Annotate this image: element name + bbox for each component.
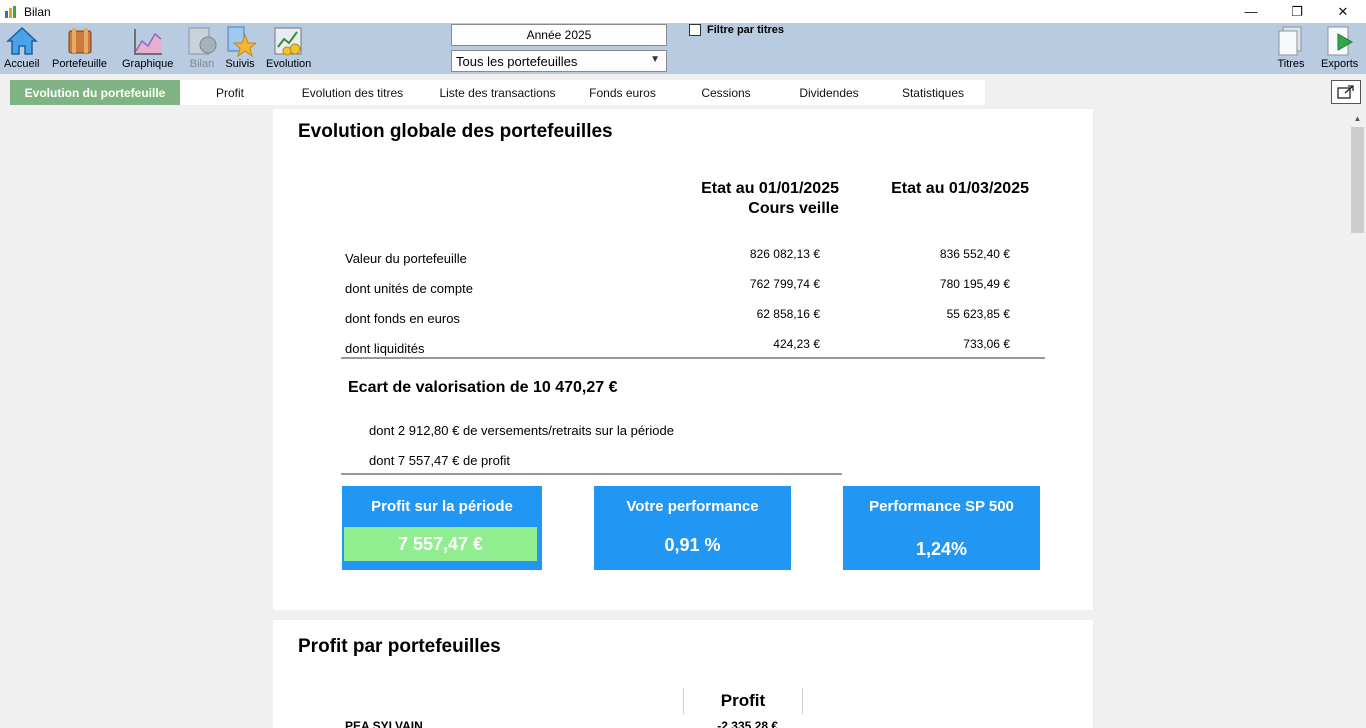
tool-graphique[interactable]: Graphique xyxy=(122,25,173,70)
close-button[interactable]: ✕ xyxy=(1320,0,1366,23)
tool-label: Exports xyxy=(1321,58,1359,70)
column-header-end: Etat au 01/03/2025 xyxy=(891,180,1029,197)
evolution-globale-panel: Evolution globale des portefeuilles Etat… xyxy=(273,109,1093,610)
tab-cessions[interactable]: Cessions xyxy=(675,80,777,105)
column-header-start-date: Etat au 01/01/2025 xyxy=(701,180,839,197)
column-header-profit: Profit xyxy=(683,688,803,714)
tool-label: Portefeuille xyxy=(52,58,108,70)
checkbox-box[interactable] xyxy=(689,24,701,36)
portfolio-select-value: Tous les portefeuilles xyxy=(456,53,578,69)
vertical-scrollbar[interactable]: ▲ xyxy=(1349,110,1366,728)
toolbar: Accueil Portefeuille Graphique Bilan Sui… xyxy=(0,23,1366,74)
row-value-start: 62 858,16 € xyxy=(756,307,820,321)
tool-accueil[interactable]: Accueil xyxy=(4,25,39,70)
window-title: Bilan xyxy=(24,4,51,19)
ecart-valorisation: Ecart de valorisation de 10 470,27 € xyxy=(348,379,618,396)
card-title: Performance SP 500 xyxy=(869,498,1014,515)
title-bar: Bilan — ❐ ✕ xyxy=(0,0,1366,23)
external-link-icon xyxy=(1337,85,1354,99)
card-value: 1,24% xyxy=(915,539,968,559)
app-icon xyxy=(4,5,18,19)
profit-line: dont 7 557,47 € de profit xyxy=(369,453,510,468)
column-header-start: Etat au 01/01/2025 Cours veille xyxy=(668,179,839,219)
row-label: dont unités de compte xyxy=(345,281,473,296)
portfolio-select[interactable]: Tous les portefeuilles ▼ xyxy=(451,50,667,72)
card-title: Votre performance xyxy=(626,498,759,515)
row-label: dont liquidités xyxy=(345,341,425,356)
versements-line: dont 2 912,80 € de versements/retraits s… xyxy=(369,423,674,438)
tab-profit[interactable]: Profit xyxy=(180,80,280,105)
tool-label: Evolution xyxy=(266,58,312,70)
portfolio-icon xyxy=(64,25,96,57)
row-label: Valeur du portefeuille xyxy=(345,251,467,266)
card-title: Profit sur la période xyxy=(371,498,513,515)
tool-label: Bilan xyxy=(189,58,215,70)
column-header-start-note: Cours veille xyxy=(748,200,839,217)
row-value-end: 836 552,40 € xyxy=(939,247,1010,261)
divider xyxy=(341,357,1045,359)
row-label: dont fonds en euros xyxy=(345,311,460,326)
portfolio-row-label: PEA SYLVAIN xyxy=(345,719,423,728)
tool-titres[interactable]: Titres xyxy=(1275,25,1307,70)
tool-label: Titres xyxy=(1277,58,1305,70)
tool-label: Accueil xyxy=(4,58,40,70)
documents-icon xyxy=(1275,25,1307,57)
card-value: 7 557,47 € xyxy=(344,527,537,561)
tab-dividendes[interactable]: Dividendes xyxy=(777,80,881,105)
row-value-end: 55 623,85 € xyxy=(946,307,1010,321)
card-value: 0,91 % xyxy=(664,535,721,555)
chart-icon xyxy=(132,25,164,57)
portfolio-row-value: -2 335,28 € xyxy=(717,719,778,728)
tool-portefeuille[interactable]: Portefeuille xyxy=(52,25,107,70)
panel-title: Evolution globale des portefeuilles xyxy=(298,121,613,142)
scroll-thumb[interactable] xyxy=(1351,127,1364,233)
row-value-end: 780 195,49 € xyxy=(939,277,1010,291)
scroll-up-icon[interactable]: ▲ xyxy=(1349,110,1366,126)
star-icon xyxy=(224,25,258,58)
tool-label: Graphique xyxy=(122,58,174,70)
balance-icon xyxy=(186,25,218,57)
home-icon xyxy=(5,25,38,57)
tool-evolution[interactable]: Evolution xyxy=(266,25,311,70)
row-value-start: 424,23 € xyxy=(773,337,820,351)
performance-sp500-card: Performance SP 500 1,24% xyxy=(843,486,1040,570)
tab-liste-transactions[interactable]: Liste des transactions xyxy=(425,80,570,105)
votre-performance-card: Votre performance 0,91 % xyxy=(594,486,791,570)
tab-evolution-portefeuille[interactable]: Evolution du portefeuille xyxy=(10,80,180,105)
row-value-start: 762 799,74 € xyxy=(749,277,820,291)
panel-title: Profit par portefeuilles xyxy=(298,636,501,657)
tool-suivis[interactable]: Suivis xyxy=(224,25,258,70)
filter-label: Filtre par titres xyxy=(707,24,785,36)
tab-evolution-titres[interactable]: Evolution des titres xyxy=(280,80,425,105)
tab-bar: Evolution du portefeuille Profit Evoluti… xyxy=(10,80,985,105)
filter-titles-checkbox[interactable]: Filtre par titres xyxy=(689,24,784,36)
tool-exports[interactable]: Exports xyxy=(1321,25,1358,70)
tab-fonds-euros[interactable]: Fonds euros xyxy=(570,80,675,105)
tool-bilan[interactable]: Bilan xyxy=(186,25,218,70)
year-field[interactable]: Année 2025 xyxy=(451,24,667,46)
restore-button[interactable]: ❐ xyxy=(1274,0,1320,23)
row-value-end: 733,06 € xyxy=(963,337,1010,351)
tool-label: Suivis xyxy=(225,58,255,70)
export-icon xyxy=(1324,25,1356,57)
profit-portefeuilles-panel: Profit par portefeuilles Profit PEA SYLV… xyxy=(273,620,1093,728)
tab-statistiques[interactable]: Statistiques xyxy=(881,80,985,105)
row-value-start: 826 082,13 € xyxy=(749,247,820,261)
chevron-down-icon: ▼ xyxy=(650,54,660,65)
minimize-button[interactable]: — xyxy=(1228,0,1274,23)
divider xyxy=(341,473,842,475)
evolution-icon xyxy=(273,25,305,57)
popout-button[interactable] xyxy=(1331,80,1361,104)
profit-periode-card: Profit sur la période 7 557,47 € xyxy=(342,486,542,570)
